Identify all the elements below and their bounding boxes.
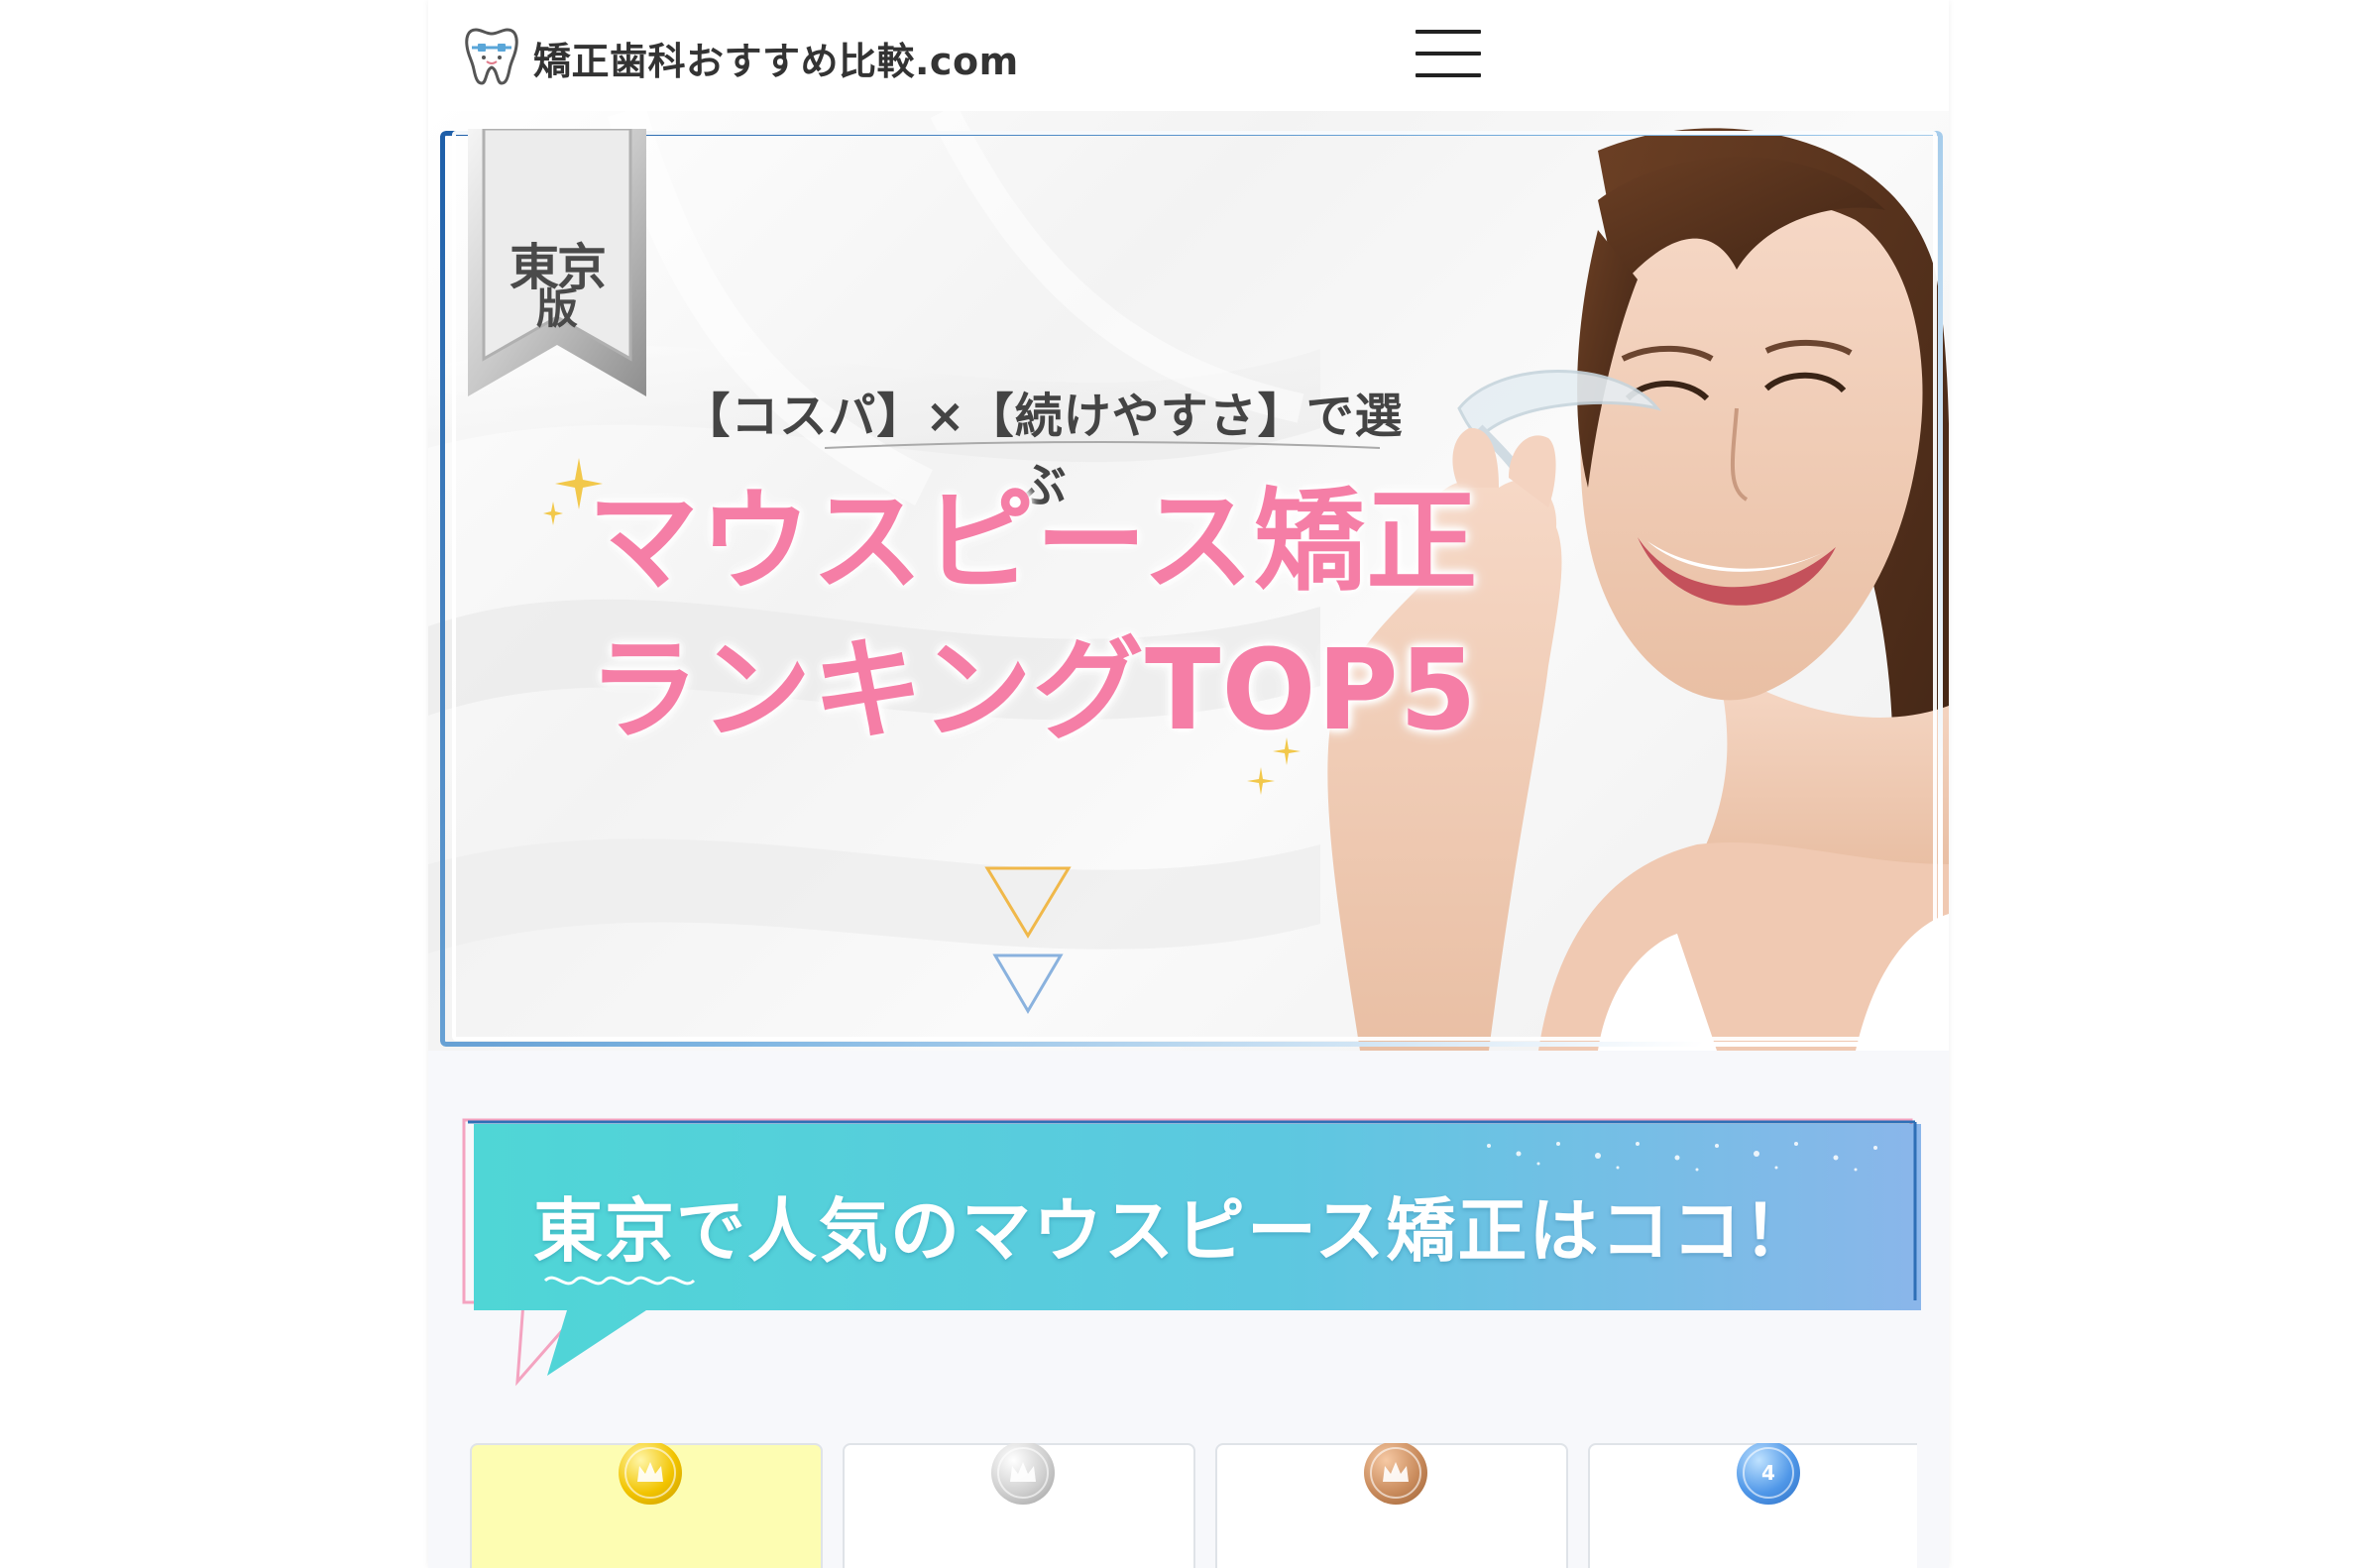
region-badge: 東京 版 [458, 127, 656, 396]
site-logo[interactable]: 矯正歯科おすすめ比較.com [462, 24, 1019, 91]
scroll-down-arrows-icon [984, 866, 1072, 1014]
site-header: 矯正歯科おすすめ比較.com [428, 0, 1949, 113]
hero-title: マウスピース矯正 ランキングTOP5 [547, 468, 1519, 765]
site-name: 矯正歯科おすすめ比較.com [533, 39, 1019, 83]
tooth-braces-icon [462, 24, 521, 91]
hero-title-line2: ランキングTOP5 [588, 626, 1478, 755]
badge-edition: 版 [535, 284, 578, 333]
sparkle-icon [1247, 737, 1301, 795]
sparkle-icon [543, 458, 603, 525]
ranking-card-1[interactable] [470, 1443, 823, 1568]
section-heading: 東京で人気のマウスピース矯正はココ！ [533, 1190, 1815, 1272]
ranking-cards: 4 [470, 1443, 1917, 1568]
page: 矯正歯科おすすめ比較.com 東京 版 【コスパ】×【続けやすさ】で選ぶ マウス… [428, 0, 1949, 1568]
ranking-card-3[interactable] [1215, 1443, 1568, 1568]
ranking-card-4[interactable]: 4 [1588, 1443, 1917, 1568]
hero-banner: 東京 版 【コスパ】×【続けやすさ】で選ぶ マウスピース矯正 ランキングTOP5 [428, 111, 1949, 1051]
subtitle-underline [825, 441, 1380, 449]
crown-medal-icon [1364, 1443, 1427, 1505]
crown-medal-icon [991, 1443, 1055, 1505]
rank-medal-icon: 4 [1737, 1443, 1800, 1505]
ranking-card-2[interactable] [843, 1443, 1195, 1568]
crown-medal-icon [619, 1443, 682, 1505]
hero-title-line1: マウスピース矯正 [587, 478, 1479, 607]
hamburger-menu-icon[interactable] [1416, 28, 1481, 79]
